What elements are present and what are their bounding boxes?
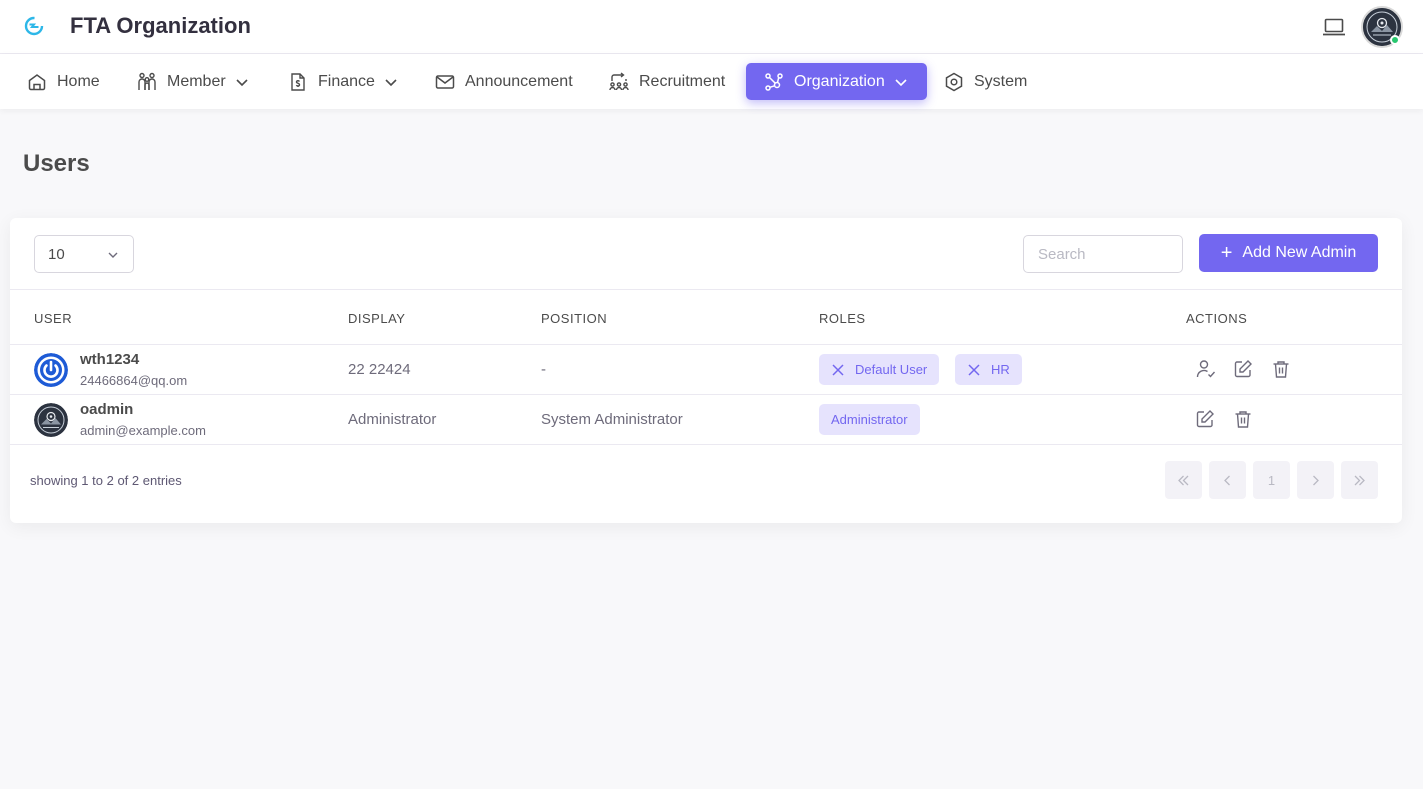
app-title: FTA Organization xyxy=(70,13,251,38)
remove-role-icon[interactable] xyxy=(967,363,981,377)
top-bar: FTA Organization xyxy=(0,0,1423,54)
chevron-right-icon xyxy=(1313,475,1319,485)
nav-item-label: Member xyxy=(167,72,226,90)
nav-item-label: Home xyxy=(57,72,100,90)
page-title: Users xyxy=(23,150,90,177)
chevrons-left-icon xyxy=(1178,475,1189,485)
chevron-down-icon xyxy=(108,252,118,258)
last-page-button[interactable] xyxy=(1341,461,1378,499)
nav-item-member[interactable]: Member xyxy=(137,63,250,100)
users-card: 10 + Add New Admin USER DISPLAY POSITION… xyxy=(10,218,1402,523)
nav-item-label: System xyxy=(974,72,1028,90)
power-icon xyxy=(34,353,68,387)
search-input[interactable] xyxy=(1023,235,1183,273)
role-label: HR xyxy=(991,362,1010,377)
next-page-button[interactable] xyxy=(1297,461,1334,499)
nav-item-label: Announcement xyxy=(465,72,573,90)
admin-badge-icon xyxy=(34,403,68,437)
user-email: 24466864@qq.om xyxy=(80,373,188,388)
main-nav: Home Member Finance Announcement Recruit… xyxy=(0,54,1423,109)
username[interactable]: wth1234 xyxy=(80,351,139,368)
plus-icon: + xyxy=(1220,242,1233,264)
nav-item-organization[interactable]: Organization xyxy=(746,63,927,100)
nav-item-label: Finance xyxy=(318,72,375,90)
chevron-down-icon xyxy=(236,78,248,86)
previous-page-button[interactable] xyxy=(1209,461,1246,499)
page-number-button[interactable]: 1 xyxy=(1253,461,1290,499)
user-email: admin@example.com xyxy=(80,423,206,438)
assign-user-icon[interactable] xyxy=(1196,359,1216,379)
display-name: 22 22424 xyxy=(348,361,411,378)
table-row: wth1234 24466864@qq.om 22 22424 - Defaul… xyxy=(10,345,1402,395)
entries-info: showing 1 to 2 of 2 entries xyxy=(30,473,182,488)
user-avatar xyxy=(34,403,68,437)
table-header: USER DISPLAY POSITION ROLES ACTIONS xyxy=(10,289,1402,345)
logo-icon xyxy=(24,16,44,36)
column-header-position[interactable]: POSITION xyxy=(541,311,607,326)
column-header-user[interactable]: USER xyxy=(34,311,72,326)
add-new-admin-button[interactable]: + Add New Admin xyxy=(1199,234,1378,272)
hexagon-settings-icon xyxy=(945,72,963,91)
per-page-select[interactable]: 10 xyxy=(34,235,134,273)
column-header-actions: ACTIONS xyxy=(1186,311,1248,326)
edit-icon[interactable] xyxy=(1233,359,1253,379)
role-label: Administrator xyxy=(831,412,908,427)
user-avatar xyxy=(34,353,68,387)
edit-icon[interactable] xyxy=(1195,409,1215,429)
delete-icon[interactable] xyxy=(1233,409,1253,429)
laptop-icon[interactable] xyxy=(1322,16,1346,38)
network-icon xyxy=(765,72,783,91)
username[interactable]: oadmin xyxy=(80,401,133,418)
column-header-display[interactable]: DISPLAY xyxy=(348,311,405,326)
nav-item-recruitment[interactable]: Recruitment xyxy=(609,63,725,100)
add-new-admin-label: Add New Admin xyxy=(1242,244,1357,261)
chevron-down-icon xyxy=(895,78,907,86)
users-icon xyxy=(138,72,156,90)
role-badge: Default User xyxy=(819,354,940,385)
chevrons-right-icon xyxy=(1354,475,1365,485)
online-status-indicator xyxy=(1390,35,1400,45)
position: - xyxy=(541,361,546,378)
nav-item-label: Organization xyxy=(794,72,885,90)
role-label: Default User xyxy=(855,362,928,377)
role-badge: Administrator xyxy=(819,404,920,435)
nav-item-label: Recruitment xyxy=(639,72,726,90)
nav-item-finance[interactable]: Finance xyxy=(288,63,399,100)
chevron-left-icon xyxy=(1224,475,1230,485)
delete-icon[interactable] xyxy=(1271,359,1291,379)
column-header-roles[interactable]: ROLES xyxy=(819,311,866,326)
nav-item-home[interactable]: Home xyxy=(27,63,100,100)
nav-item-system[interactable]: System xyxy=(944,63,1027,100)
mail-icon xyxy=(435,74,455,89)
recruitment-icon xyxy=(609,71,629,90)
table-row: oadmin admin@example.com Administrator S… xyxy=(10,395,1402,445)
per-page-value: 10 xyxy=(48,245,65,263)
first-page-button[interactable] xyxy=(1165,461,1202,499)
chevron-down-icon xyxy=(385,78,397,86)
display-name: Administrator xyxy=(348,411,437,428)
remove-role-icon[interactable] xyxy=(831,363,845,377)
home-icon xyxy=(28,73,46,90)
file-dollar-icon xyxy=(291,72,305,91)
nav-item-announcement[interactable]: Announcement xyxy=(435,63,573,100)
position: System Administrator xyxy=(541,411,683,428)
role-badge: HR xyxy=(955,354,1022,385)
